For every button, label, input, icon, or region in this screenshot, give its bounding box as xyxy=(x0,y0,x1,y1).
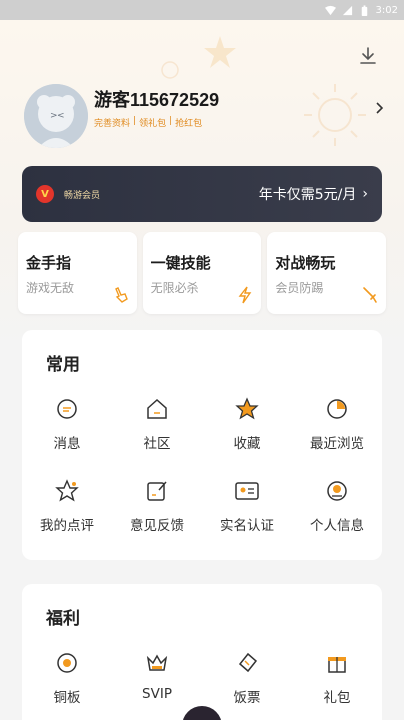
grid-item-label: 礼包 xyxy=(323,690,351,706)
chevron-right-icon: › xyxy=(362,186,368,202)
grid-item-svip[interactable]: SVIP xyxy=(112,646,202,720)
vip-title: 畅游会员 xyxy=(64,190,101,201)
grid-item-label: SVIP xyxy=(142,686,172,702)
id-card-icon xyxy=(235,482,259,500)
section-title: 福利 xyxy=(46,609,80,629)
vip-badge-icon: V xyxy=(36,185,54,203)
gift-icon xyxy=(328,657,346,673)
default-avatar-icon: > < xyxy=(24,84,88,148)
ticket-icon xyxy=(238,652,258,673)
crown-icon xyxy=(146,654,168,671)
feature-card-battle[interactable]: 对战畅玩 会员防踢 xyxy=(267,232,387,314)
vip-features: 金手指 游戏无敌 一键技能 无限必杀 对战畅玩 会员防踢 xyxy=(18,232,387,314)
grid-item-personal-info[interactable]: 个人信息 xyxy=(292,474,382,556)
decorative-star-icon xyxy=(204,36,236,68)
signal-icon xyxy=(342,5,352,15)
welfare-panel: 福利 铜板 SVIP 饭票 礼包 xyxy=(22,584,382,720)
grid-item-verification[interactable]: 实名认证 xyxy=(202,474,292,556)
grid-item-label: 最近浏览 xyxy=(310,436,364,452)
grid-item-label: 铜板 xyxy=(53,690,81,706)
claim-gift-link[interactable]: 领礼包 xyxy=(139,116,166,129)
common-grid: 消息 社区 收藏 最近浏览 我的点评 意见反馈 实名认证 个人信息 xyxy=(22,392,382,556)
grid-item-community[interactable]: 社区 xyxy=(112,392,202,474)
grid-item-label: 社区 xyxy=(143,436,171,452)
sword-icon xyxy=(363,287,377,303)
feature-card-skill[interactable]: 一键技能 无限必杀 xyxy=(142,232,262,314)
complete-profile-link[interactable]: 完善资料 xyxy=(94,116,130,129)
edit-icon xyxy=(147,481,167,501)
grid-item-meal-tickets[interactable]: 饭票 xyxy=(202,646,292,720)
grid-item-label: 饭票 xyxy=(233,690,261,706)
grid-item-favorites[interactable]: 收藏 xyxy=(202,392,292,474)
grid-item-label: 个人信息 xyxy=(310,518,364,534)
grid-item-coins[interactable]: 铜板 xyxy=(22,646,112,720)
decorative-bubble-icon xyxy=(161,61,179,79)
decorative-sun-icon xyxy=(304,84,366,146)
grid-item-gift-packs[interactable]: 礼包 xyxy=(292,646,382,720)
feature-title: 一键技能 xyxy=(150,254,211,272)
avatar[interactable]: > < xyxy=(24,84,88,148)
battery-icon xyxy=(361,4,367,16)
wifi-icon xyxy=(324,5,336,15)
status-time: 3:02 xyxy=(375,4,398,16)
pointer-hand-icon xyxy=(114,287,128,303)
svg-text:<: < xyxy=(57,111,65,121)
status-bar: 3:02 xyxy=(0,0,404,20)
home-icon xyxy=(147,398,167,419)
grid-item-label: 实名认证 xyxy=(220,518,274,534)
grid-item-feedback[interactable]: 意见反馈 xyxy=(112,474,202,556)
coin-icon xyxy=(57,653,77,673)
vip-membership-banner[interactable]: V 畅游会员 年卡仅需5元/月 › xyxy=(22,166,382,222)
common-panel: 常用 消息 社区 收藏 最近浏览 我的点评 意见反馈 实名认证 个人信息 xyxy=(22,330,382,560)
grid-item-label: 收藏 xyxy=(233,436,261,452)
grid-item-label: 消息 xyxy=(53,436,81,452)
feature-title: 金手指 xyxy=(26,254,72,272)
user-icon xyxy=(327,481,347,501)
grid-item-my-reviews[interactable]: 我的点评 xyxy=(22,474,112,556)
download-icon[interactable] xyxy=(356,44,380,68)
username[interactable]: 游客115672529 xyxy=(94,86,219,112)
red-packet-link[interactable]: 抢红包 xyxy=(175,116,202,129)
grid-item-recent[interactable]: 最近浏览 xyxy=(292,392,382,474)
vip-price: 年卡仅需5元/月 xyxy=(258,187,357,203)
grid-item-label: 意见反馈 xyxy=(130,518,184,534)
section-title: 常用 xyxy=(46,355,80,375)
feature-title: 对战畅玩 xyxy=(275,254,336,272)
chevron-right-icon[interactable] xyxy=(372,100,386,116)
grid-item-messages[interactable]: 消息 xyxy=(22,392,112,474)
profile-quick-links: 完善资料 | 领礼包 | 抢红包 xyxy=(94,116,202,129)
grid-item-label: 我的点评 xyxy=(40,518,94,534)
review-star-icon xyxy=(55,479,79,502)
lightning-icon xyxy=(238,286,252,304)
feature-card-cheat[interactable]: 金手指 游戏无敌 xyxy=(18,232,137,314)
star-icon xyxy=(235,397,259,420)
clock-icon xyxy=(327,399,347,419)
link-separator: | xyxy=(133,116,137,126)
message-icon xyxy=(57,399,77,419)
link-separator: | xyxy=(169,116,173,126)
